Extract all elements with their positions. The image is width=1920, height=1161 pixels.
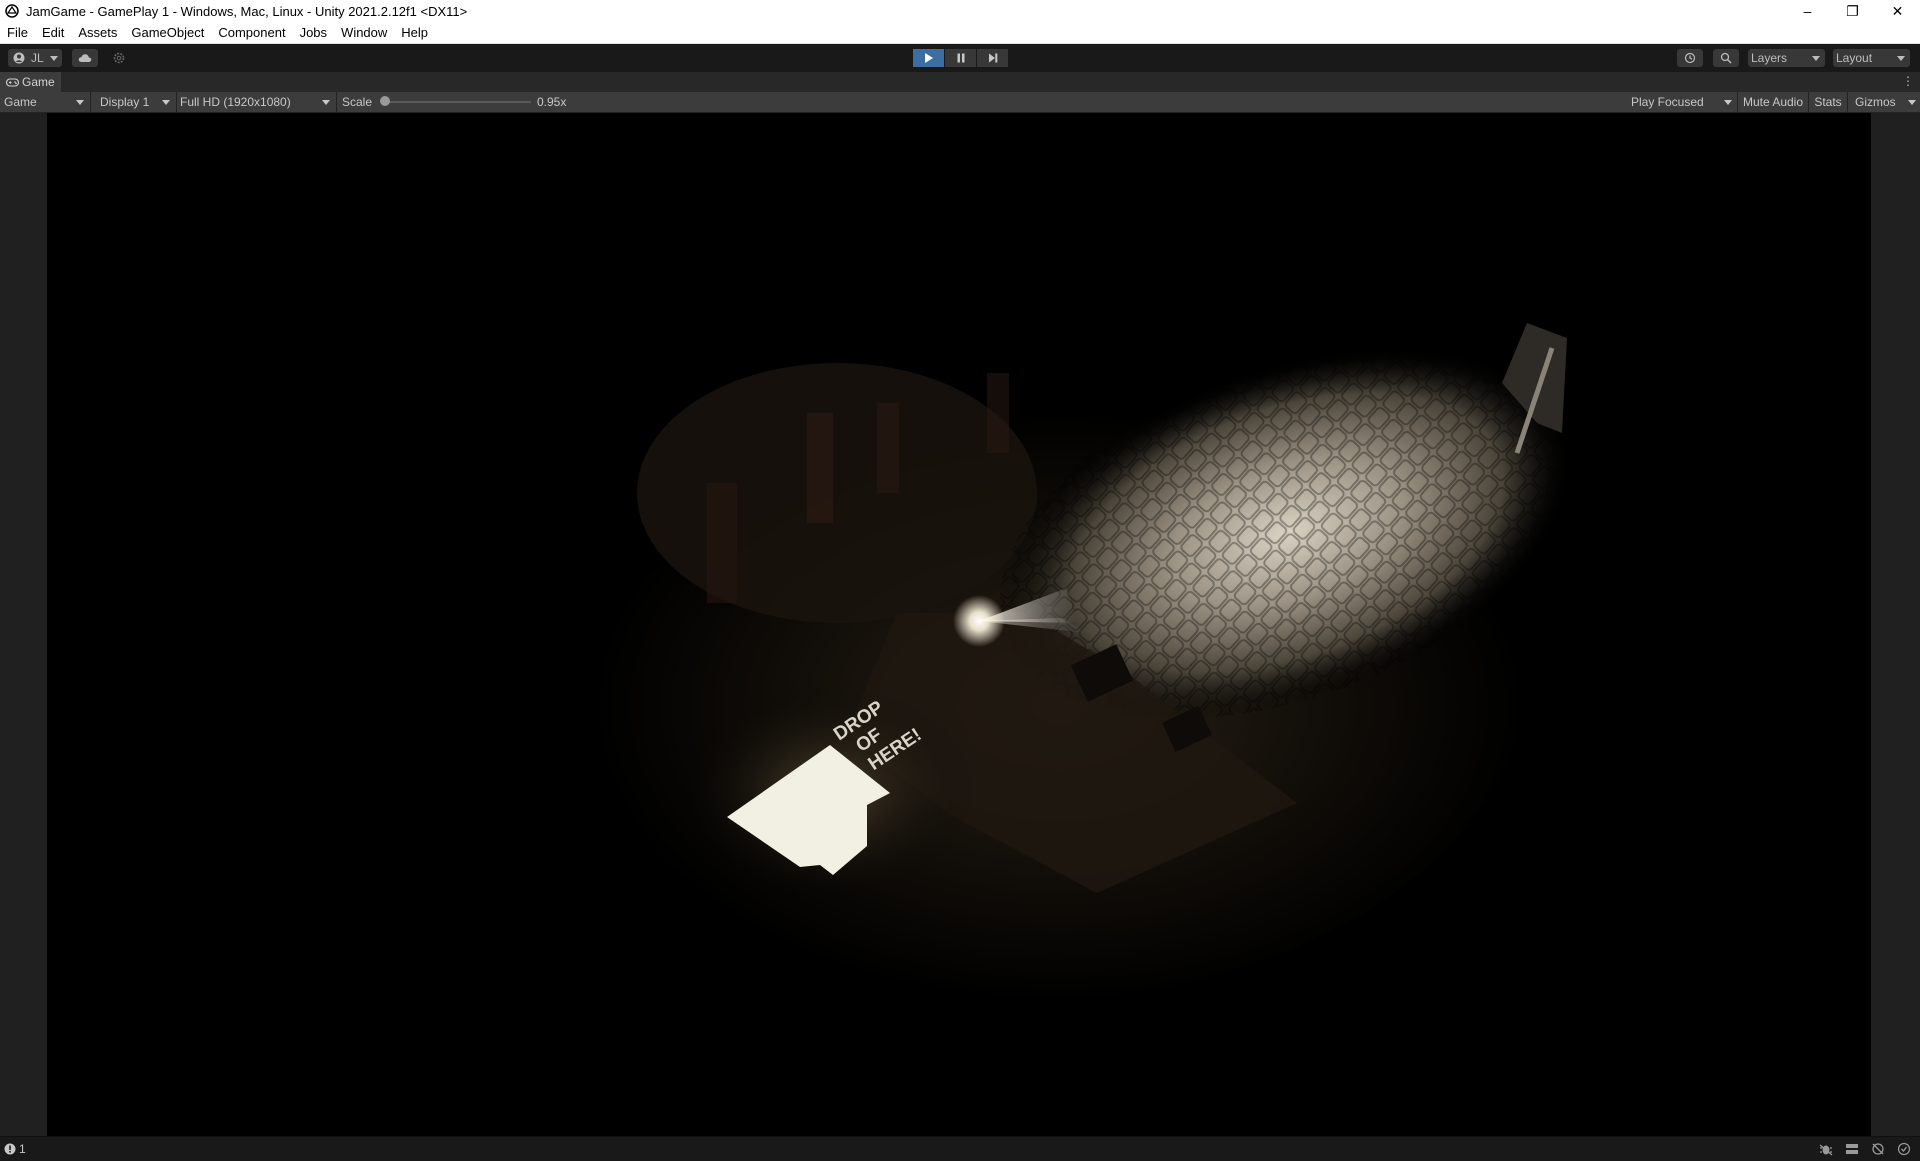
resolution-dropdown[interactable]: Full HD (1920x1080) (178, 92, 334, 112)
resolution-label: Full HD (1920x1080) (180, 95, 291, 109)
cache-server-icon[interactable] (1842, 1141, 1862, 1157)
view-mode-label: Game (4, 95, 37, 109)
gizmos-dropdown[interactable]: Gizmos (1849, 92, 1920, 112)
chevron-down-icon (1724, 99, 1732, 105)
gamepad-icon (6, 77, 19, 87)
cloud-button[interactable] (72, 49, 98, 67)
play-icon (924, 53, 933, 63)
pause-button[interactable] (945, 49, 976, 67)
title-bar: JamGame - GamePlay 1 - Windows, Mac, Lin… (0, 0, 1920, 22)
minimize-button[interactable]: – (1785, 0, 1830, 22)
auto-generate-lighting-icon[interactable] (1868, 1141, 1888, 1157)
mute-audio-toggle[interactable]: Mute Audio (1739, 92, 1807, 112)
chevron-down-icon (76, 99, 84, 105)
game-viewport[interactable]: DROP OF HERE! (47, 113, 1871, 1136)
tab-game[interactable]: Game (0, 72, 61, 92)
stats-toggle[interactable]: Stats (1810, 92, 1846, 112)
divider (336, 92, 337, 112)
main-toolbar: JL Layers Layout (0, 44, 1920, 72)
account-icon (13, 52, 25, 64)
chevron-down-icon (1897, 55, 1905, 61)
display-dropdown[interactable]: Display 1 (92, 92, 174, 112)
display-label: Display 1 (100, 95, 150, 109)
account-dropdown[interactable]: JL (8, 49, 62, 67)
window-title: JamGame - GamePlay 1 - Windows, Mac, Lin… (26, 3, 468, 19)
cloud-icon (78, 53, 92, 63)
gizmos-label: Gizmos (1855, 95, 1896, 109)
history-button[interactable] (1677, 49, 1703, 67)
step-icon (988, 53, 998, 63)
lamp-light (953, 595, 1005, 647)
close-button[interactable]: ✕ (1875, 0, 1920, 22)
history-icon (1684, 52, 1696, 64)
menu-window[interactable]: Window (334, 25, 394, 40)
menu-gameobject[interactable]: GameObject (124, 25, 211, 40)
layers-label: Layers (1751, 51, 1788, 65)
game-view-toolbar: Game Display 1 Full HD (1920x1080) Scale… (0, 92, 1920, 113)
play-focused-label: Play Focused (1631, 95, 1704, 109)
debug-icon[interactable] (1816, 1141, 1836, 1157)
play-focused-dropdown[interactable]: Play Focused (1628, 92, 1736, 112)
game-tab-bar: Game ⋮ (0, 72, 1920, 92)
menu-bar: File Edit Assets GameObject Component Jo… (0, 22, 1920, 44)
divider (1737, 92, 1738, 112)
more-options-icon[interactable]: ⋮ (1902, 74, 1914, 88)
divider (1847, 92, 1848, 112)
search-button[interactable] (1713, 49, 1739, 67)
pillar (987, 373, 1009, 453)
play-controls (913, 49, 1009, 67)
stats-label: Stats (1814, 95, 1842, 109)
scale-label: Scale (342, 95, 373, 109)
chevron-down-icon (1812, 55, 1820, 61)
menu-component[interactable]: Component (211, 25, 292, 40)
view-mode-dropdown[interactable]: Game (0, 92, 88, 112)
menu-edit[interactable]: Edit (35, 25, 71, 40)
divider (1808, 92, 1809, 112)
message-count: 1 (19, 1142, 26, 1156)
game-scene: DROP OF HERE! (47, 113, 1871, 1136)
search-icon (1720, 52, 1732, 64)
pillar (807, 413, 833, 523)
menu-help[interactable]: Help (394, 25, 435, 40)
menu-jobs[interactable]: Jobs (293, 25, 334, 40)
menu-assets[interactable]: Assets (71, 25, 124, 40)
mute-audio-label: Mute Audio (1742, 95, 1804, 109)
step-button[interactable] (977, 49, 1008, 67)
collab-button[interactable] (106, 49, 132, 67)
info-icon[interactable] (4, 1143, 16, 1155)
chevron-down-icon (322, 99, 330, 105)
chevron-down-icon (162, 99, 170, 105)
layout-label: Layout (1836, 51, 1873, 65)
progress-check-icon[interactable] (1894, 1141, 1914, 1157)
pillar (707, 483, 737, 603)
status-bar: 1 (0, 1136, 1920, 1161)
layers-dropdown[interactable]: Layers (1748, 49, 1825, 67)
divider (90, 92, 91, 112)
pillar (877, 403, 899, 493)
chevron-down-icon (49, 55, 58, 61)
scale-slider-track[interactable] (383, 101, 531, 103)
layout-dropdown[interactable]: Layout (1833, 49, 1910, 67)
gear-icon (113, 52, 125, 64)
scale-slider-thumb[interactable] (380, 96, 390, 106)
menu-file[interactable]: File (0, 25, 35, 40)
play-button[interactable] (913, 49, 944, 67)
unity-logo-icon (4, 3, 20, 19)
divider (176, 92, 177, 112)
scale-value: 0.95x (537, 95, 567, 109)
restore-button[interactable]: ❐ (1830, 0, 1875, 22)
account-label: JL (31, 51, 44, 65)
pause-icon (956, 53, 966, 63)
chevron-down-icon (1908, 99, 1916, 105)
tab-game-label: Game (22, 75, 55, 89)
